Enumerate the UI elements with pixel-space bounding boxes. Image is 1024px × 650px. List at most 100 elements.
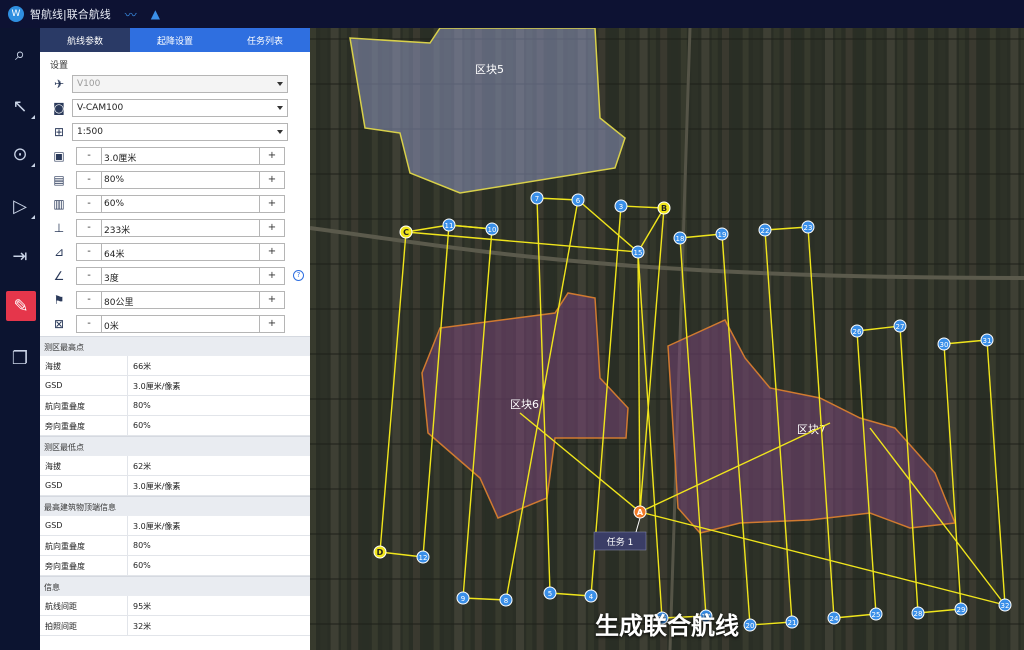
info-value: 3.0厘米/像素 — [133, 382, 181, 391]
field-strip — [330, 28, 339, 650]
increment-button[interactable]: + — [259, 195, 285, 213]
field-strip — [763, 28, 772, 650]
select-arrow-icon[interactable]: ↖ — [0, 88, 40, 124]
decrement-button[interactable]: - — [76, 267, 102, 285]
field-strip — [1010, 28, 1019, 650]
increment-button[interactable]: + — [259, 291, 285, 309]
info-value: 60% — [133, 561, 151, 570]
param-row: ▤ -80% + — [40, 168, 310, 192]
increment-button[interactable]: + — [259, 267, 285, 285]
point-icon[interactable]: ⊙ — [0, 136, 40, 172]
field-strip — [629, 28, 637, 650]
info-key: GSD — [40, 376, 128, 395]
tab-takeoff-landing[interactable]: 起降设置 — [130, 28, 220, 52]
field-strip — [608, 28, 617, 650]
route-marker-label: A — [637, 508, 644, 517]
info-value: 95米 — [133, 602, 152, 611]
info-key: 航线间距 — [40, 596, 128, 615]
gsd-icon: ▣ — [53, 149, 65, 163]
camera-row: ◙ V-CAM100 — [40, 96, 310, 120]
waypoint-label: 6 — [576, 197, 581, 205]
decrement-button[interactable]: - — [76, 171, 102, 189]
decrement-button[interactable]: - — [76, 243, 102, 261]
map-canvas[interactable]: 区块5区块6区块734567891011121516 1718 1920 2122 23… — [310, 28, 1024, 650]
increment-button[interactable]: + — [259, 243, 285, 261]
info-row: GSD 3.0厘米/像素 — [40, 476, 310, 496]
decrement-button[interactable]: - — [76, 315, 102, 333]
param-input[interactable]: 3度 — [102, 267, 259, 285]
info-value: 32米 — [133, 622, 152, 631]
field-strip — [876, 28, 884, 650]
panel-tabs: 航线参数 起降设置 任务列表 — [40, 28, 310, 52]
mountain-icon[interactable]: ▲ — [151, 7, 160, 21]
dropdown-arrow-icon — [277, 106, 283, 110]
section-title: 信息 — [40, 576, 310, 596]
aircraft-select[interactable]: V100 — [72, 75, 288, 93]
polygon-icon[interactable]: ▷ — [0, 188, 40, 224]
waypoint-label: 10 — [488, 226, 497, 234]
layers-icon[interactable]: ❐ — [0, 340, 40, 376]
field-strip — [907, 28, 915, 650]
altitude-icon: ⊥ — [53, 221, 65, 235]
app-logo: W — [8, 6, 24, 22]
help-icon[interactable]: ? — [293, 270, 304, 281]
info-row: 海拔 66米 — [40, 356, 310, 376]
field-strip — [351, 28, 359, 650]
increment-button[interactable]: + — [259, 147, 285, 165]
param-input[interactable]: 3.0厘米 — [102, 147, 259, 165]
route-parameter-panel: 航线参数 起降设置 任务列表 设置 ✈ V100 ◙ V-CAM100 ⊞ 1:… — [40, 28, 310, 650]
field-strip — [886, 28, 895, 650]
signal-icon[interactable]: 〰 — [125, 6, 137, 23]
info-key: 海拔 — [40, 456, 128, 475]
info-value: 66米 — [133, 362, 152, 371]
decrement-button[interactable]: - — [76, 147, 102, 165]
param-row: ⊿ -64米 + — [40, 240, 310, 264]
angle-icon: ∠ — [53, 269, 65, 283]
field-strip — [897, 28, 904, 650]
camera-select[interactable]: V-CAM100 — [72, 99, 288, 117]
field-strip — [928, 28, 934, 650]
param-row: ∠ -3度 +? — [40, 264, 310, 288]
import-icon[interactable]: ⇥ — [0, 238, 40, 274]
info-key: 拍照间距 — [40, 616, 128, 635]
offset-icon: ⊠ — [53, 317, 65, 331]
map-view[interactable]: 区块5 区块6 区块7 3 4 5 6 7 8 9 10 11 12 15 16 17 18 19 20 21 22 23… — [310, 28, 1024, 650]
increment-button[interactable]: + — [259, 219, 285, 237]
decrement-button[interactable]: - — [76, 219, 102, 237]
field-boundary — [310, 578, 1024, 580]
route-marker-label: B — [661, 204, 667, 213]
increment-button[interactable]: + — [259, 171, 285, 189]
increment-button[interactable]: + — [259, 315, 285, 333]
side-overlap-icon: ▥ — [53, 197, 65, 211]
field-boundary — [310, 398, 1024, 400]
tab-route-params[interactable]: 航线参数 — [40, 28, 130, 52]
route-spacing-icon: ⊿ — [53, 245, 65, 259]
field-strip — [752, 28, 760, 650]
tab-task-list[interactable]: 任务列表 — [220, 28, 310, 52]
param-input[interactable]: 60% — [102, 195, 259, 213]
waypoint-label: 9 — [461, 595, 465, 603]
decrement-button[interactable]: - — [76, 195, 102, 213]
route-marker-label: C — [403, 228, 409, 237]
info-row: 航向重叠度 80% — [40, 396, 310, 416]
scale-row: ⊞ 1:500 — [40, 120, 310, 144]
scale-select[interactable]: 1:500 — [72, 123, 288, 141]
search-icon[interactable]: ⌕ — [0, 36, 40, 72]
param-input[interactable]: 80公里 — [102, 291, 259, 309]
param-input[interactable]: 233米 — [102, 219, 259, 237]
scale-value: 1:500 — [77, 127, 103, 137]
field-strip — [660, 28, 668, 650]
aircraft-row: ✈ V100 — [40, 72, 310, 96]
route-edit-icon[interactable]: ✎ — [6, 291, 36, 321]
field-strip — [649, 28, 656, 650]
field-strip — [794, 28, 803, 650]
waypoint-label: 11 — [445, 222, 454, 230]
decrement-button[interactable]: - — [76, 291, 102, 309]
param-input[interactable]: 64米 — [102, 243, 259, 261]
param-input[interactable]: 80% — [102, 171, 259, 189]
waypoint-label: 18 — [676, 235, 685, 243]
video-caption: 生成联合航线 — [595, 612, 739, 640]
param-input[interactable]: 0米 — [102, 315, 259, 333]
waypoint-label: 26 — [853, 328, 862, 336]
field-strip — [917, 28, 926, 650]
